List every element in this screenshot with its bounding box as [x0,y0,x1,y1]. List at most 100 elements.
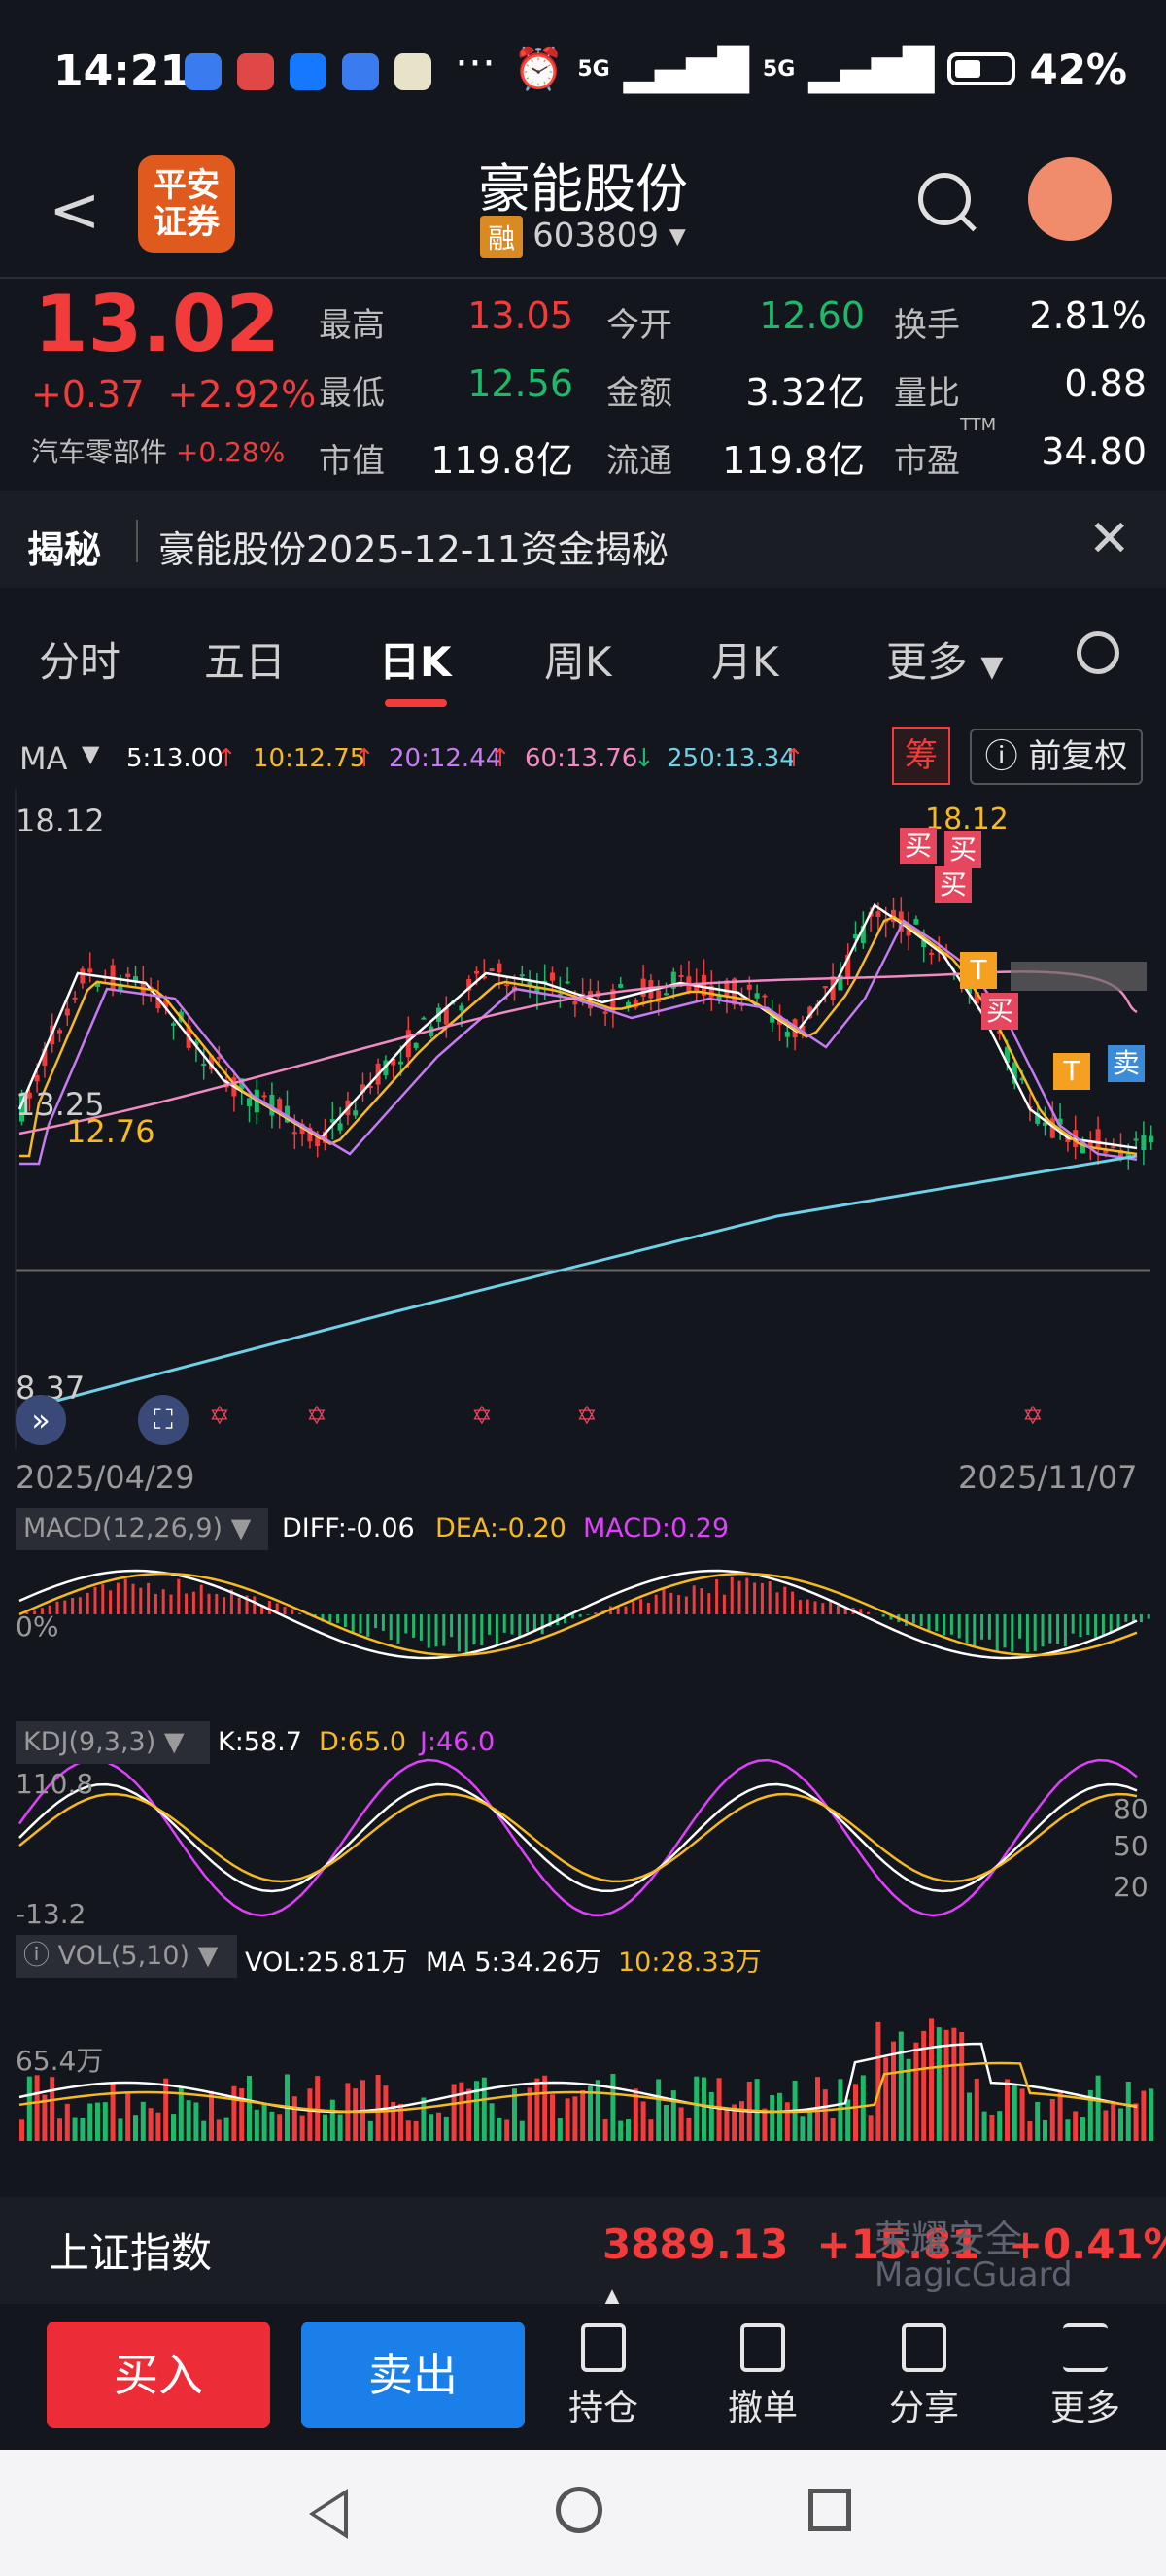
kdj-d: D:65.0 [319,1727,407,1757]
buy-marker-3[interactable]: 买 [935,866,972,903]
kdj-selector[interactable]: KDJ(9,3,3) ▼ [16,1721,210,1764]
volume-bar [1073,2111,1079,2141]
more-button[interactable]: 更多 [1032,2323,1139,2430]
vol-selector[interactable]: ⓘ VOL(5,10) ▼ [16,1935,237,1978]
volume-bar [610,2073,616,2141]
kdj-panel [17,1758,1138,1917]
nav-home-icon[interactable] [556,2487,602,2533]
kline-candle [565,981,570,984]
avatar[interactable] [1028,157,1112,241]
ma5-arrow: ↑ [216,744,237,773]
kline-candle [489,968,495,972]
volume-bar [853,2084,858,2141]
quote-panel: 13.02 +0.37 +2.92% 汽车零部件 +0.28% 最高 13.05… [0,277,1166,488]
active-tab-indicator [385,699,447,707]
buy-marker-4[interactable]: 买 [981,993,1018,1030]
kline-candle [292,1132,297,1135]
stock-code-line[interactable]: 融 603809 ▾ [0,216,1166,258]
tab-more[interactable]: 更多 ▼ [886,629,1003,689]
volume-bar [1049,2099,1055,2141]
volume-bar [640,2101,646,2141]
nav-back-icon[interactable] [309,2489,348,2539]
sell-button[interactable]: 卖出 [301,2322,525,2428]
kline-candle [550,972,555,981]
kline-candle [201,1064,207,1067]
volume-bar [1043,2119,1047,2141]
kdj-50: 50 [1114,1830,1149,1862]
index-ticker[interactable]: 上证指数 3889.13 +15.81 +0.41% ▲ 荣耀安全 MagicG… [0,2197,1166,2313]
volume-bar [929,2018,934,2141]
cancel-order-button[interactable]: 撤单 [709,2323,816,2430]
volume-bar [64,2103,70,2141]
macd-selector[interactable]: MACD(12,26,9) ▼ [16,1508,268,1550]
tab-more-label: 更多 [886,638,969,686]
tab-intraday[interactable]: 分时 [39,629,120,689]
caret-down-icon: ▼ [82,740,100,767]
volume-bar [171,2114,176,2141]
share-button[interactable]: 分享 [871,2323,977,2430]
volume-bar [353,2088,359,2141]
tab-five-day[interactable]: 五日 [204,629,286,689]
volume-bar [580,2089,586,2141]
fullscreen-icon[interactable]: ⛶ [138,1395,189,1445]
volume-bar [125,2093,131,2141]
watermark: 荣耀安全 [874,2218,1023,2260]
volume-bar [163,2078,169,2141]
expand-left-icon[interactable]: » [16,1395,66,1445]
t-marker[interactable]: T [960,952,997,989]
chip-distribution-button[interactable]: 筹 [892,727,950,785]
kline-candle [618,983,624,988]
volume-bar [421,2097,427,2141]
volume-bar [95,2102,100,2141]
ma250-line [18,1154,1138,1412]
volume-bar [997,2111,1003,2141]
kline-panel: ✡ ✡ ✡ ✡ ✡ [15,789,1154,1449]
volume-bar [413,2120,419,2141]
volume-bar [678,2107,684,2141]
buy-button[interactable]: 买入 [47,2322,270,2428]
volume-bar [519,2120,525,2141]
volume-bar [443,2116,449,2141]
event-marker-icon: ✡ [306,1402,327,1431]
volume-bar [974,2078,979,2141]
close-icon[interactable]: ✕ [1088,510,1131,568]
search-icon[interactable] [918,173,971,225]
label-turnover: 换手 [894,306,960,345]
gear-icon[interactable] [1077,631,1119,674]
app-notification-icon [185,53,222,90]
adjust-mode-button[interactable]: ⓘ 前复权 [970,729,1143,785]
sell-marker[interactable]: 卖 [1108,1045,1145,1082]
more-notifications-icon: ··· [455,39,496,88]
volume-bar [1027,2120,1033,2141]
positions-button[interactable]: 持仓 [550,2323,657,2430]
t-marker-2[interactable]: T [1053,1053,1090,1090]
alipay-notification-icon [290,53,326,90]
volume-bar [860,2075,866,2141]
volume-bar [588,2085,593,2141]
volume-bar [497,2117,502,2141]
volume-bar [602,2118,608,2141]
sector-info[interactable]: 汽车零部件 +0.28% [31,431,285,470]
buy-marker[interactable]: 买 [900,828,937,864]
tab-daily-k[interactable]: 日K [379,629,452,689]
volume-bar [337,2114,343,2141]
nav-recents-icon[interactable] [808,2489,851,2531]
volume-bar [959,2031,965,2141]
buy-marker-2[interactable]: 买 [944,831,981,868]
tab-monthly-k[interactable]: 月K [711,629,779,689]
kline-candle [1095,1129,1101,1148]
volume-bar [216,2119,222,2141]
volume-bar [118,2118,123,2141]
stock-name: 豪能股份 [478,158,688,220]
kline-candle [504,984,510,987]
kline-candle [875,911,881,918]
volume-bar [777,2092,782,2141]
volume-bar [254,2109,259,2141]
tab-weekly-k[interactable]: 周K [544,629,612,689]
vol-panel [18,2018,1154,2141]
value-low: 12.56 [467,362,573,405]
volume-bar [807,2110,813,2141]
reveal-banner[interactable]: 揭秘 豪能股份2025-12-11资金揭秘 ✕ [0,491,1166,588]
volume-bar [155,2112,161,2141]
index-value: 3889.13 [602,2220,789,2268]
